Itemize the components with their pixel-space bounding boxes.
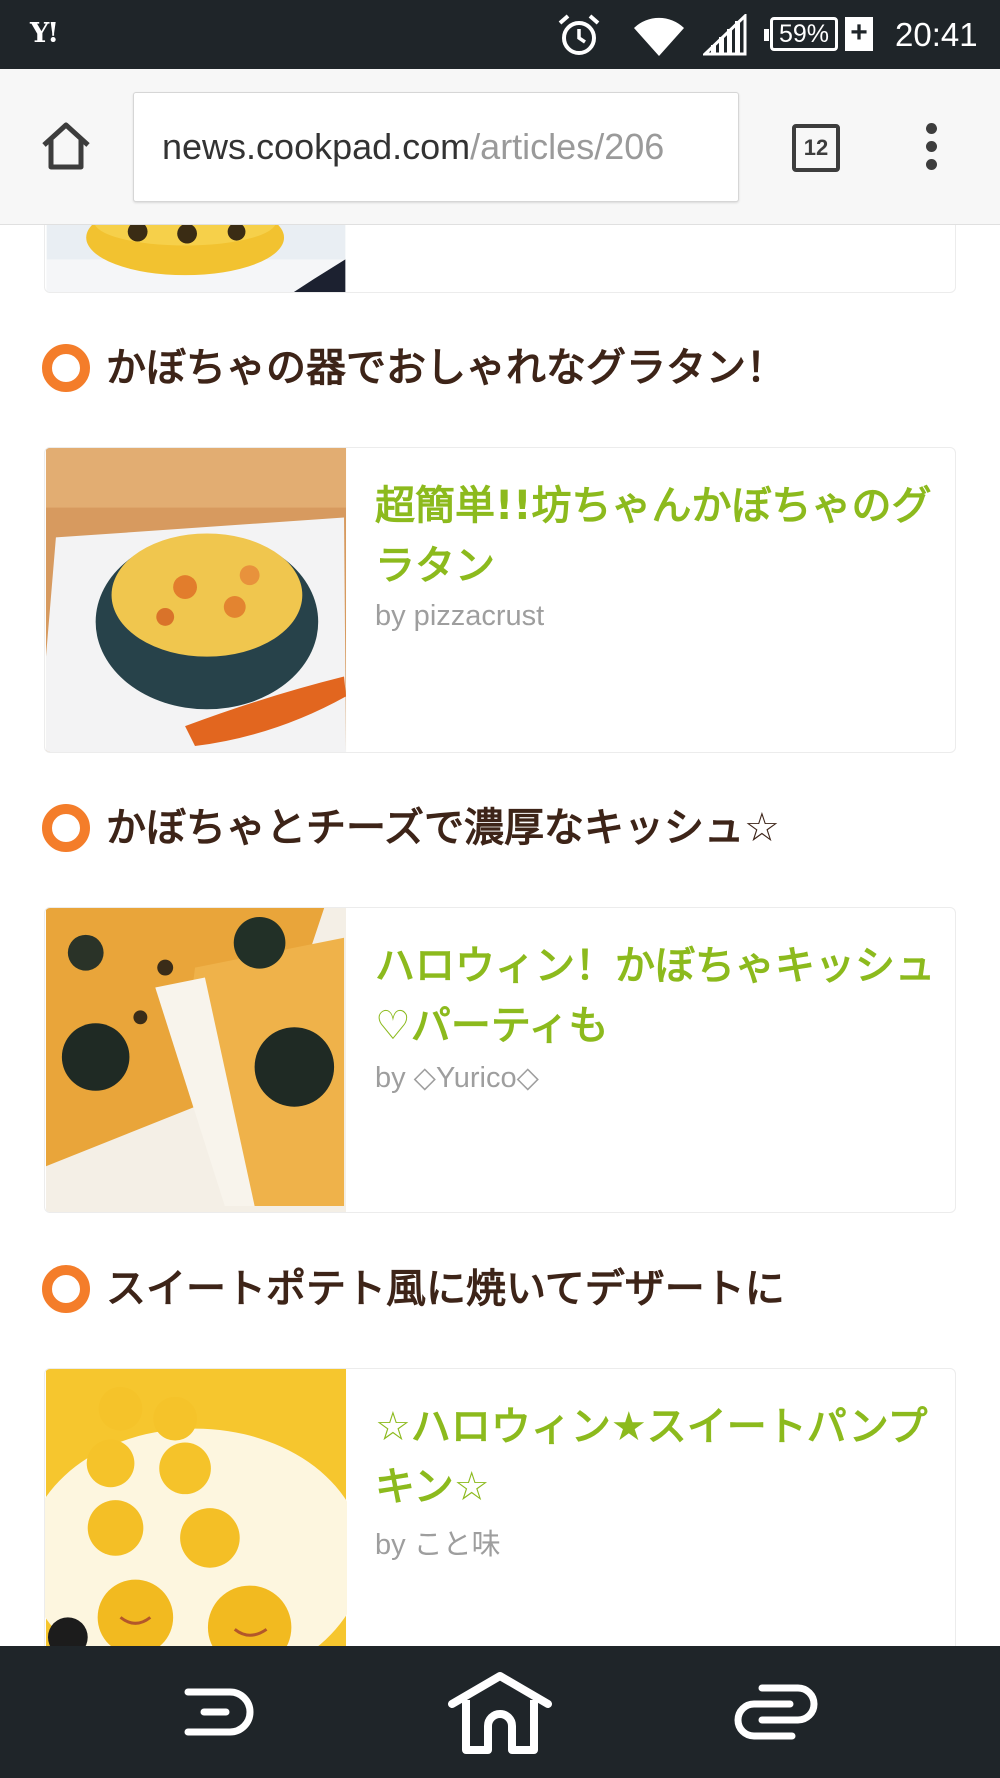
- section-title: かぼちゃの器でおしゃれなグラタン！: [106, 345, 786, 391]
- section-marker-icon: [42, 344, 90, 392]
- recipe-title-link[interactable]: 超簡単!!坊ちゃんかぼちゃのグラタン: [375, 476, 935, 596]
- recipe-title-link[interactable]: ☆ハロウィン★スイートパンプキン☆: [375, 1397, 935, 1517]
- recipe-author: by ◇Yurico◇: [375, 1062, 539, 1094]
- url-bar[interactable]: news.cookpad.com/articles/206: [133, 92, 739, 202]
- section-title: かぼちゃとチーズで濃厚なキッシュ☆: [106, 805, 780, 851]
- sweet-pumpkin-photo: [45, 1369, 347, 1673]
- system-navigation-bar: [0, 1646, 1000, 1778]
- pumpkin-quiche-photo: [45, 908, 347, 1212]
- section-title: スイートポテト風に焼いてデザートに: [106, 1266, 785, 1312]
- browser-toolbar: news.cookpad.com/articles/206 12: [0, 69, 1000, 225]
- home-icon[interactable]: [40, 121, 92, 171]
- url-host: news.cookpad.com: [162, 126, 471, 167]
- recents-icon[interactable]: [732, 1680, 820, 1744]
- recipe-card[interactable]: ☆ハロウィン★スイートパンプキン☆ by こと味: [44, 1368, 956, 1674]
- home-icon[interactable]: [446, 1670, 554, 1754]
- overflow-menu-icon[interactable]: [926, 123, 938, 177]
- recipe-card[interactable]: 超簡単!!坊ちゃんかぼちゃのグラタン by pizzacrust: [44, 447, 956, 753]
- section-marker-icon: [42, 804, 90, 852]
- recipe-author: by pizzacrust: [375, 600, 545, 632]
- pumpkin-gratin-photo: [45, 448, 347, 752]
- recipe-card[interactable]: ハロウィン！かぼちゃキッシュ♡パーティも by ◇Yurico◇: [44, 907, 956, 1213]
- recipe-title-link[interactable]: ハロウィン！かぼちゃキッシュ♡パーティも: [375, 936, 935, 1056]
- tab-switcher-button[interactable]: 12: [792, 124, 840, 172]
- back-icon[interactable]: [182, 1682, 258, 1742]
- article-content: かぼちゃの器でおしゃれなグラタン！ 超簡単!!坊ちゃんかぼちゃのグラタン by …: [0, 0, 1000, 1778]
- section-marker-icon: [42, 1265, 90, 1313]
- recipe-author: by こと味: [375, 1529, 501, 1561]
- url-path: /articles/206: [470, 126, 665, 167]
